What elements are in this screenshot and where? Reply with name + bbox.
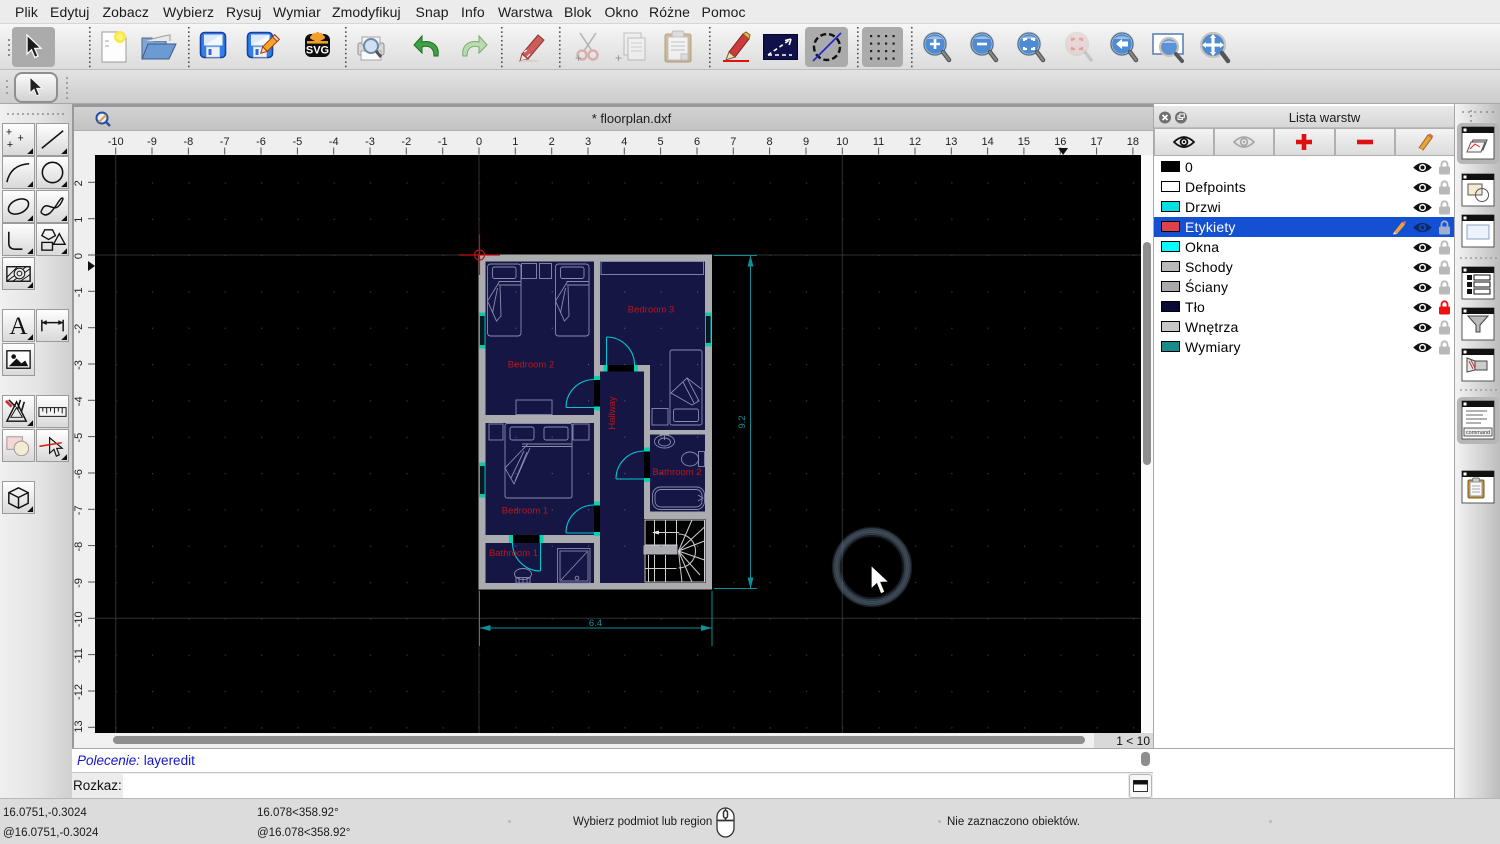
svg-text:17: 17 [1090, 136, 1102, 148]
svg-text:2: 2 [549, 136, 555, 148]
svg-text:9.2: 9.2 [737, 415, 748, 428]
svg-text:+: + [615, 51, 622, 63]
svg-text:-9: -9 [147, 136, 157, 148]
svg-text:-3: -3 [74, 360, 85, 370]
svg-text:-5: -5 [74, 433, 85, 443]
svg-text:9: 9 [803, 136, 809, 148]
svg-text:5: 5 [658, 136, 664, 148]
svg-text:-4: -4 [74, 396, 85, 406]
svg-text:-3: -3 [365, 136, 375, 148]
svg-text:2: 2 [74, 180, 85, 186]
svg-text:+: + [575, 51, 582, 63]
svg-text:-7: -7 [220, 136, 230, 148]
svg-text:SVG: SVG [306, 45, 329, 57]
svg-text:6: 6 [694, 136, 700, 148]
svg-text:8: 8 [767, 136, 773, 148]
svg-text:18: 18 [1127, 136, 1139, 148]
svg-text:+: + [6, 139, 12, 151]
svg-text:-10: -10 [74, 611, 85, 627]
svg-text:Bedroom 2: Bedroom 2 [508, 360, 554, 371]
svg-text:14: 14 [981, 136, 993, 148]
svg-text:7: 7 [730, 136, 736, 148]
svg-text:-4: -4 [329, 136, 339, 148]
svg-text:-5: -5 [293, 136, 303, 148]
svg-text:Bedroom 3: Bedroom 3 [628, 305, 674, 316]
svg-text:command: command [1466, 430, 1490, 436]
svg-text:4: 4 [621, 136, 627, 148]
svg-text:+: + [5, 127, 11, 139]
svg-text:1: 1 [74, 217, 85, 223]
svg-text:16: 16 [1054, 136, 1066, 148]
svg-text:6.4: 6.4 [589, 618, 602, 629]
svg-text:-2: -2 [74, 324, 85, 334]
svg-text:10: 10 [836, 136, 848, 148]
svg-text:-6: -6 [74, 469, 85, 479]
svg-text:-1: -1 [438, 136, 448, 148]
svg-text:Hallway: Hallway [607, 396, 618, 430]
svg-text:15: 15 [1018, 136, 1030, 148]
svg-text:11: 11 [873, 136, 884, 148]
svg-text:Bedroom 1: Bedroom 1 [502, 506, 548, 517]
svg-text:0: 0 [74, 253, 85, 259]
svg-text:-8: -8 [184, 136, 194, 148]
svg-text:3: 3 [585, 136, 591, 148]
svg-text:13: 13 [945, 136, 957, 148]
svg-text:-1: -1 [74, 287, 85, 297]
svg-text:Bathroom 1: Bathroom 1 [489, 548, 538, 559]
svg-text:-2: -2 [401, 136, 411, 148]
svg-text:12: 12 [909, 136, 921, 148]
svg-text:Bathroom 2: Bathroom 2 [652, 467, 701, 478]
svg-text:-10: -10 [108, 136, 124, 148]
svg-text:-8: -8 [74, 542, 85, 552]
svg-text:0: 0 [476, 136, 482, 148]
svg-text:-9: -9 [74, 578, 85, 588]
svg-text:+: + [17, 132, 23, 144]
svg-text:-11: -11 [74, 648, 85, 663]
svg-text:-7: -7 [74, 505, 85, 515]
svg-text:-12: -12 [74, 684, 85, 700]
svg-text:A: A [9, 313, 27, 340]
svg-text:1: 1 [512, 136, 518, 148]
svg-text:-6: -6 [256, 136, 266, 148]
svg-text:-13: -13 [74, 720, 85, 733]
